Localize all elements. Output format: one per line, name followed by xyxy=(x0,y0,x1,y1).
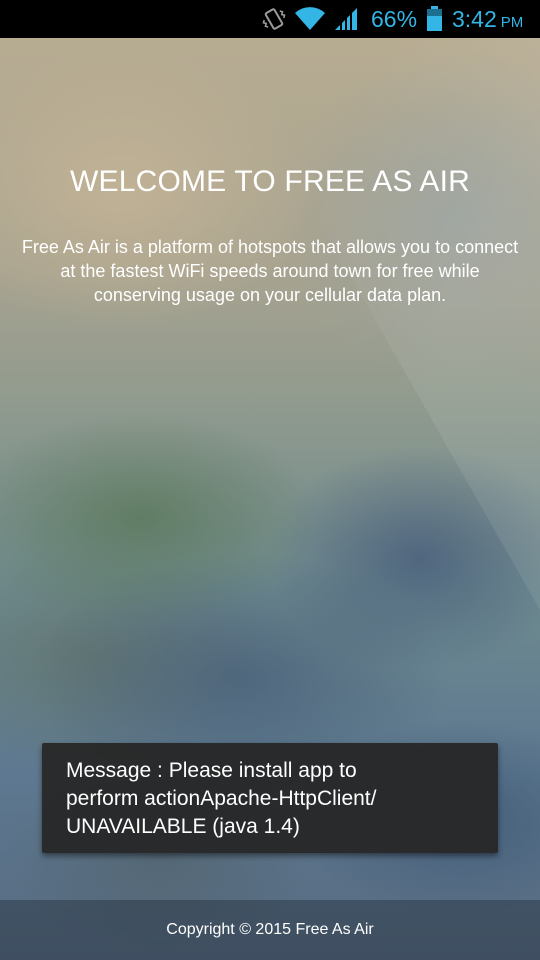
clock: 3:42 PM xyxy=(452,4,523,38)
toast-text: Message : Please install app to perform … xyxy=(66,759,377,838)
clock-time: 3:42 xyxy=(452,6,497,32)
battery-percent: 66% xyxy=(371,6,418,32)
toast-message: Message : Please install app to perform … xyxy=(42,743,498,853)
status-bar: 66% 3:42 PM xyxy=(0,0,540,38)
footer: Copyright © 2015 Free As Air xyxy=(0,900,540,960)
welcome-description: Free As Air is a platform of hotspots th… xyxy=(21,237,519,305)
vibrate-icon xyxy=(262,6,286,32)
cell-signal-icon xyxy=(333,7,359,31)
battery-icon xyxy=(426,6,443,32)
clock-ampm: PM xyxy=(500,14,524,31)
welcome-title: WELCOME TO FREE AS AIR xyxy=(69,165,471,198)
app-screen: 66% 3:42 PM WELCOME TO FREE AS AIR Free A… xyxy=(0,0,540,960)
copyright-text: Copyright © 2015 Free As Air xyxy=(166,921,374,938)
wifi-icon xyxy=(294,7,326,31)
